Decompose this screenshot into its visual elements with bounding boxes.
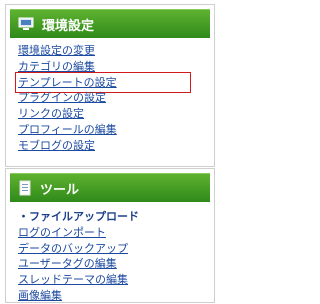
monitor-icon [18,17,34,31]
menu-item-template[interactable]: テンプレートの設定 [15,71,214,94]
settings-panel-title: 環境設定 [42,18,95,34]
menu-item-log-import[interactable]: ログのインポート [18,225,214,241]
settings-panel-header: 環境設定 [10,9,210,38]
tools-menu: ・ファイルアップロード ログのインポート データのバックアップ ユーザータグの編… [6,209,214,304]
menu-item-file-upload[interactable]: ・ファイルアップロード [18,209,214,225]
menu-item-profile[interactable]: プロフィールの編集 [18,122,214,138]
menu-item-moblog[interactable]: モブログの設定 [18,138,214,154]
menu-item-thread-theme[interactable]: スレッドテーマの編集 [18,272,214,288]
menu-item-plugin[interactable]: プラグインの設定 [18,90,214,106]
menu-item-environment[interactable]: 環境設定の変更 [18,43,214,59]
menu-item-backup[interactable]: データのバックアップ [18,241,214,257]
menu-item-category[interactable]: カテゴリの編集 [18,59,214,75]
menu-item-user-tags[interactable]: ユーザータグの編集 [18,256,214,272]
tools-panel: ツール ・ファイルアップロード ログのインポート データのバックアップ ユーザー… [5,168,215,303]
menu-item-image-edit[interactable]: 画像編集 [18,288,214,304]
menu-item-link[interactable]: リンクの設定 [18,106,214,122]
tools-panel-header: ツール [10,173,210,202]
settings-panel: 環境設定 環境設定の変更 カテゴリの編集 テンプレートの設定 プラグインの設定 … [5,4,215,167]
settings-menu: 環境設定の変更 カテゴリの編集 テンプレートの設定 プラグインの設定 リンクの設… [6,43,214,154]
document-icon [18,180,32,196]
tools-panel-title: ツール [40,182,80,198]
